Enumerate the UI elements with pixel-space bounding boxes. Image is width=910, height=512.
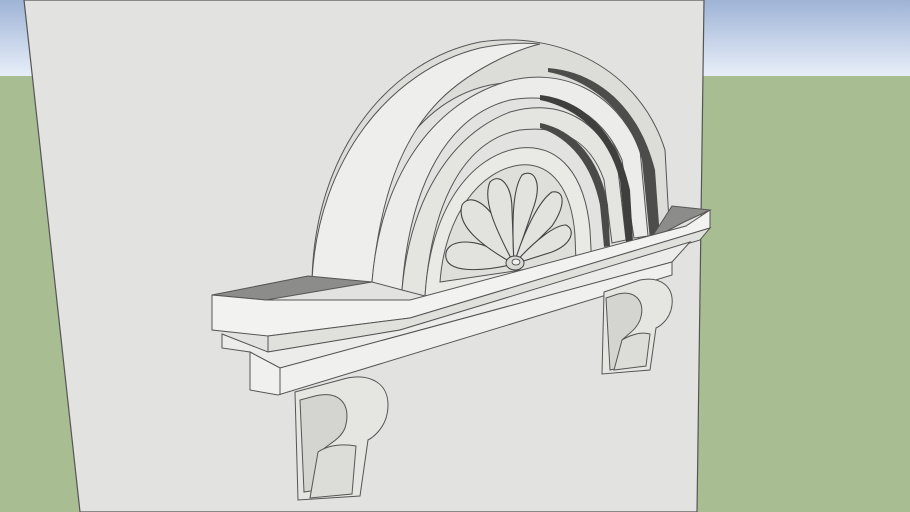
3d-model-viewport[interactable] bbox=[0, 0, 910, 512]
fan-hub-center bbox=[511, 258, 521, 266]
scene-svg bbox=[0, 0, 910, 512]
